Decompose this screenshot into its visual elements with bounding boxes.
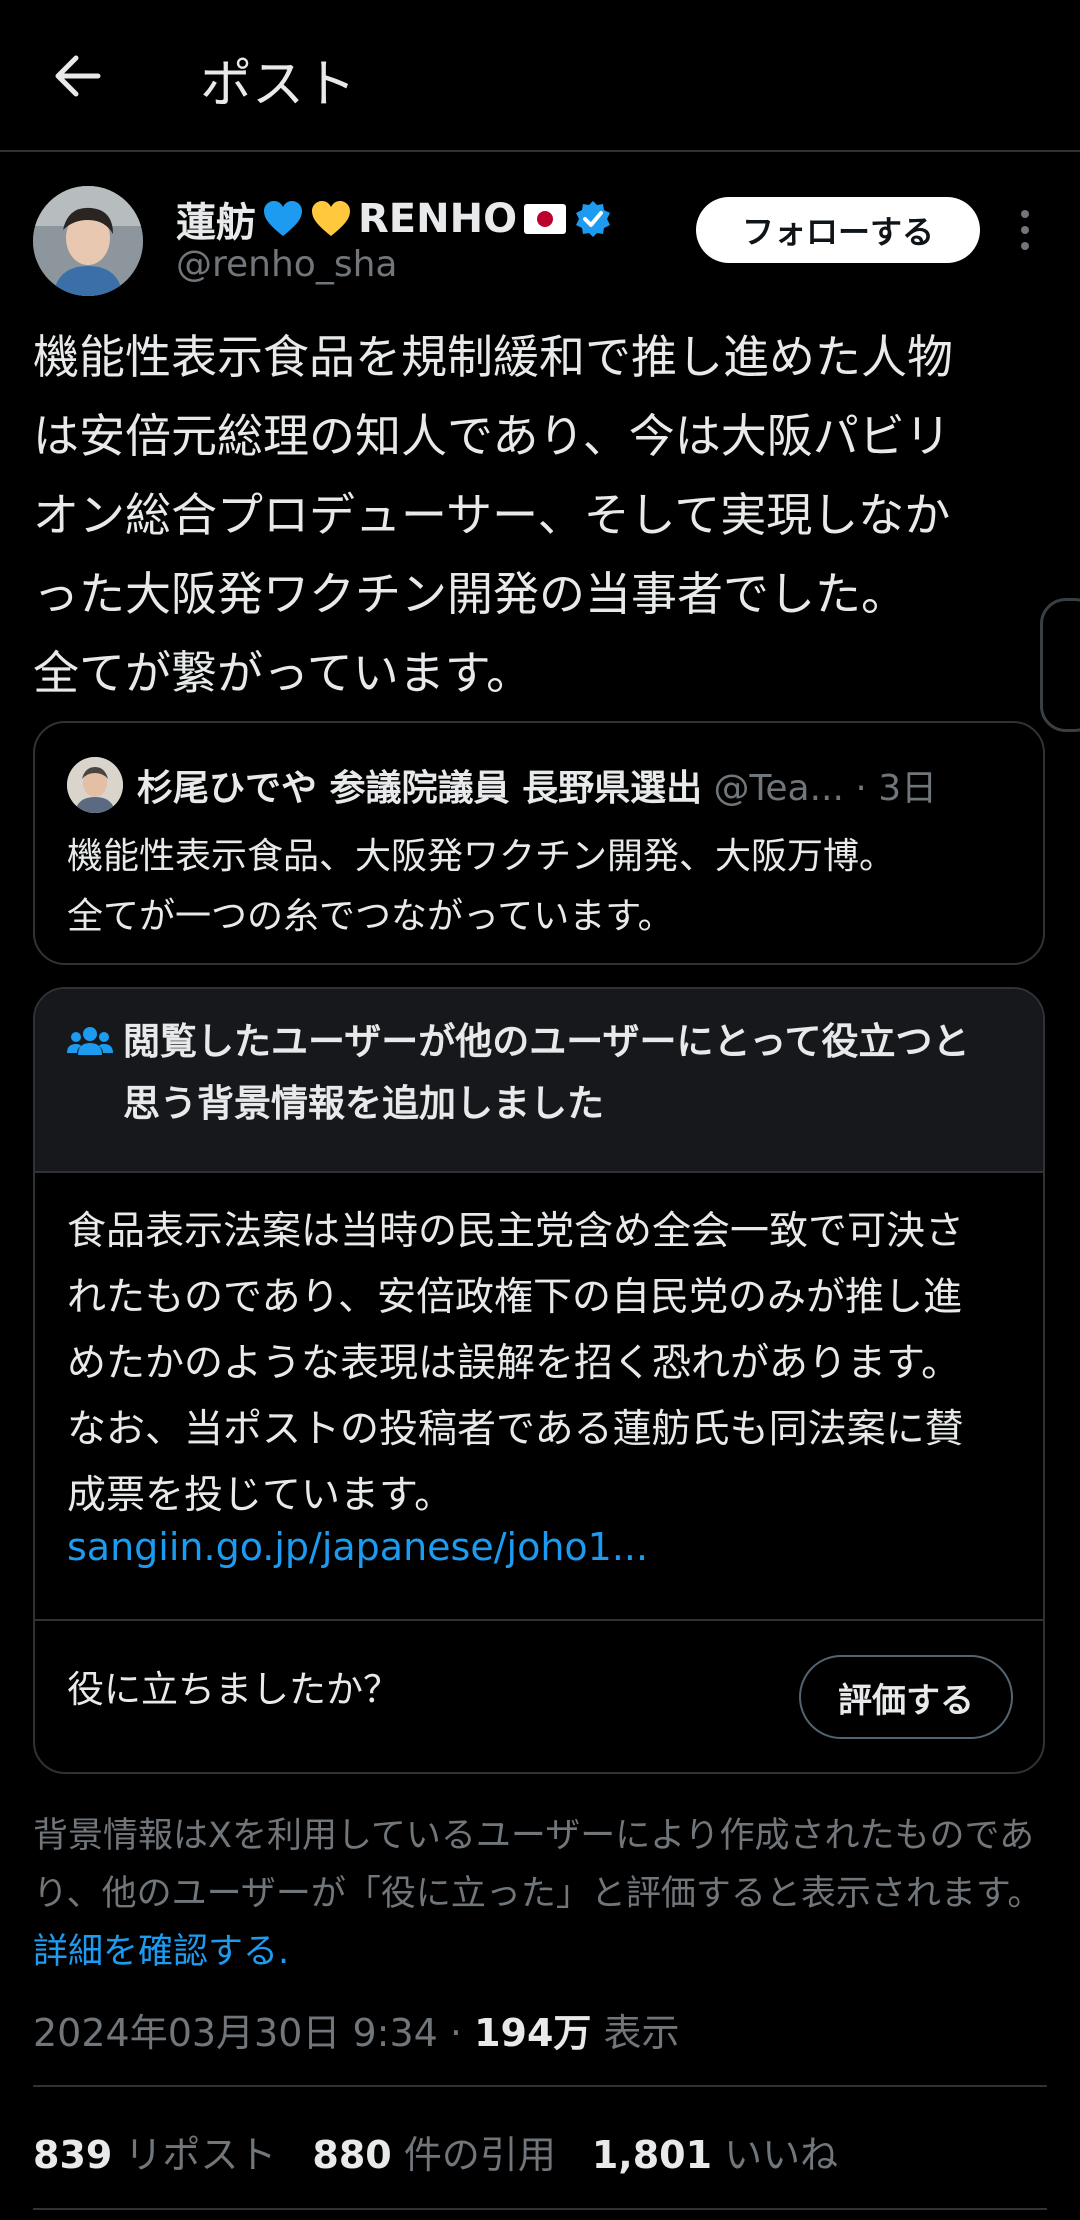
- quote-header: 杉尾ひでや 参議院議員 長野県選出 @Tea... · 3日: [137, 759, 1017, 811]
- author-name-prefix: 蓮舫: [176, 200, 256, 246]
- rate-button[interactable]: 評価する: [799, 1655, 1013, 1739]
- author-name[interactable]: 蓮舫 RENHO: [176, 190, 613, 248]
- back-arrow-icon[interactable]: [48, 46, 108, 106]
- quote-text: 機能性表示食品、大阪発ワクチン開発、大阪万博。 全てが一つの糸でつながっています…: [67, 836, 896, 937]
- reposts-label: リポスト: [112, 2133, 277, 2177]
- views-label: 表示: [591, 2011, 680, 2055]
- engagement-stats: 839 リポスト 880 件の引用 1,801 いいね: [33, 2124, 838, 2179]
- follow-button[interactable]: フォローする: [696, 197, 980, 263]
- community-note-source-link[interactable]: sangiin.go.jp/japanese/joho1...: [67, 1525, 648, 1569]
- quote-time: · 3日: [843, 768, 938, 809]
- quotes-stat[interactable]: 880 件の引用: [312, 2124, 555, 2179]
- edge-swipe-handle[interactable]: [1040, 598, 1080, 732]
- community-note-body: 食品表示法案は当時の民主党含め全会一致で可決さ れたものであり、安倍政権下の自民…: [67, 1209, 965, 1518]
- people-icon: [67, 1023, 113, 1063]
- author-handle[interactable]: @renho_sha: [176, 244, 397, 285]
- author-name-main: RENHO: [358, 196, 518, 242]
- divider: [33, 2085, 1047, 2087]
- more-options-icon[interactable]: [1010, 208, 1040, 252]
- divider: [35, 1619, 1043, 1621]
- details-link[interactable]: 詳細を確認する.: [33, 1932, 289, 1972]
- blue-heart-icon: [262, 200, 304, 238]
- top-bar: ポスト: [0, 0, 1080, 152]
- yellow-heart-icon: [310, 200, 352, 238]
- post-timestamp[interactable]: 2024年03月30日 9:34 ·: [33, 2011, 474, 2055]
- japan-flag-icon: [523, 203, 567, 235]
- likes-stat[interactable]: 1,801 いいね: [592, 2124, 838, 2179]
- quote-author-name: 杉尾ひでや 参議院議員 長野県選出: [137, 768, 703, 809]
- community-notes-disclaimer: 背景情報はXを利用しているユーザーにより作成されたものであり、他のユーザーが「役…: [33, 1807, 1048, 1981]
- quoted-post[interactable]: 杉尾ひでや 参議院議員 長野県選出 @Tea... · 3日 機能性表示食品、大…: [33, 721, 1045, 965]
- divider: [33, 2208, 1047, 2210]
- likes-count: 1,801: [591, 2133, 713, 2177]
- verified-badge-icon: [573, 199, 613, 239]
- page-title: ポスト: [200, 55, 357, 115]
- author-avatar[interactable]: [33, 186, 143, 296]
- quotes-count: 880: [312, 2133, 392, 2177]
- reposts-stat[interactable]: 839 リポスト: [33, 2124, 276, 2179]
- community-note-title: 閲覧したユーザーが他のユーザーにとって役立つと 思う背景情報を追加しました: [123, 1020, 970, 1125]
- likes-label: いいね: [712, 2133, 839, 2177]
- helpful-question: 役に立ちましたか？: [67, 1668, 400, 1711]
- disclaimer-text: 背景情報はXを利用しているユーザーにより作成されたものであり、他のユーザーが「役…: [33, 1816, 1043, 1914]
- reposts-count: 839: [33, 2133, 113, 2177]
- views-count: 194万: [474, 2011, 592, 2055]
- post-meta: 2024年03月30日 9:34 · 194万 表示: [33, 2002, 680, 2057]
- quote-avatar: [67, 757, 123, 813]
- quotes-label: 件の引用: [391, 2133, 556, 2177]
- community-note: 閲覧したユーザーが他のユーザーにとって役立つと 思う背景情報を追加しました 食品…: [33, 987, 1045, 1774]
- post-text: 機能性表示食品を規制緩和で推し進めた人物 は安倍元総理の知人であり、今は大阪パビ…: [33, 330, 953, 700]
- community-note-header: 閲覧したユーザーが他のユーザーにとって役立つと 思う背景情報を追加しました: [35, 989, 1043, 1173]
- quote-author-handle: @Tea...: [702, 768, 844, 809]
